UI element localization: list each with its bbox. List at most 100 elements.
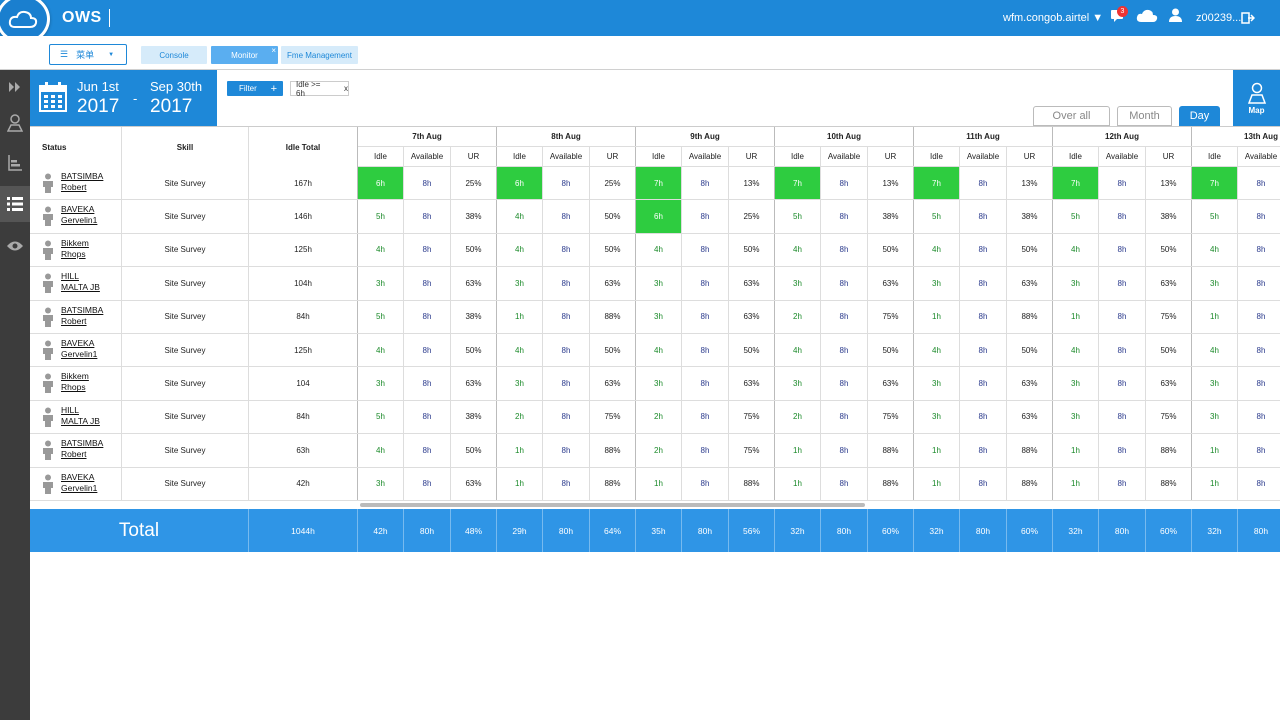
view-overall-button[interactable]: Over all [1033, 106, 1110, 126]
total-cell: 80h [1099, 509, 1146, 552]
horizontal-scrollbar[interactable] [360, 503, 865, 507]
idle-cell: 7h [1053, 167, 1099, 200]
tab-monitor[interactable]: Monitor × [211, 46, 278, 64]
user-icon[interactable] [1169, 8, 1182, 27]
map-button[interactable]: Map [1233, 70, 1280, 126]
tab-fme-management[interactable]: Fme Management [281, 46, 358, 64]
available-cell: 8h [960, 467, 1007, 500]
available-cell: 8h [682, 200, 729, 233]
available-cell: 8h [1238, 167, 1280, 199]
available-cell: 8h [821, 167, 868, 200]
available-cell: 8h [1099, 434, 1146, 467]
date-to-year: 2017 [150, 96, 193, 117]
filter-button[interactable]: Filter + [227, 81, 283, 96]
idle-cell: 4h [358, 434, 404, 467]
worker-last-name: MALTA JB [61, 282, 100, 293]
worker-name-link[interactable]: BAVEKA Gervelin1 [61, 472, 97, 494]
total-cell: 32h [775, 509, 821, 552]
total-cell: 80h [1238, 509, 1280, 552]
logout-icon[interactable] [1241, 11, 1256, 29]
available-cell: 8h [682, 167, 729, 200]
available-cell: 8h [1238, 334, 1280, 366]
ur-cell: 50% [590, 334, 636, 367]
total-cell: 56% [729, 509, 775, 552]
expand-icon[interactable] [0, 72, 30, 102]
close-icon[interactable]: × [271, 46, 276, 55]
notification-badge: 3 [1117, 6, 1128, 17]
list-icon[interactable] [0, 186, 30, 222]
available-cell: 8h [543, 200, 590, 233]
sub-header: Available [821, 147, 868, 166]
available-cell: 8h [1099, 267, 1146, 300]
worker-name-link[interactable]: BAVEKA Gervelin1 [61, 338, 97, 360]
worker-last-name: Gervelin1 [61, 215, 98, 226]
available-cell: 8h [960, 434, 1007, 467]
idle-cell: 3h [358, 367, 404, 400]
total-cell: 29h [497, 509, 543, 552]
tab-console[interactable]: Console [141, 46, 207, 64]
filter-chip[interactable]: Idle >= 6h x [290, 80, 349, 98]
idle-cell: 4h [775, 233, 821, 267]
person-icon [42, 273, 54, 295]
idle-cell: 6h [358, 167, 404, 200]
available-cell: 8h [543, 434, 590, 467]
worker-name-link[interactable]: HILL MALTA JB [61, 405, 100, 427]
ur-cell: 63% [1007, 400, 1053, 434]
sub-header: UR [590, 147, 636, 166]
idle-cell: 1h [914, 467, 960, 500]
idle-cell: 4h [636, 334, 682, 367]
ur-cell: 63% [1146, 367, 1192, 400]
worker-first-name: BAVEKA [61, 471, 95, 482]
close-icon[interactable]: x [344, 84, 348, 93]
view-day-button[interactable]: Day [1179, 106, 1220, 126]
worker-name-link[interactable]: Bikkem Rhops [61, 371, 89, 393]
cloud-sync-icon[interactable] [1136, 8, 1158, 29]
ur-cell: 63% [1007, 367, 1053, 400]
filter-label: Filter [239, 84, 257, 93]
worker-first-name: BATSIMBA [61, 438, 104, 449]
sub-header: UR [868, 147, 914, 166]
idle-cell: 7h [636, 167, 682, 200]
sub-header: Idle [775, 147, 821, 166]
bar-chart-icon[interactable] [0, 148, 30, 178]
table-row: BAVEKA Gervelin1 Site Survey 42h 3h 8h 63% 1h 8h… [30, 467, 1280, 501]
skill-cell: Site Survey [122, 233, 249, 267]
total-cell: 80h [682, 509, 729, 552]
available-cell: 8h [404, 300, 451, 333]
worker-last-name: Robert [61, 182, 87, 192]
idle-cell: 4h [914, 233, 960, 267]
total-cell: 48% [451, 509, 497, 552]
domain-selector[interactable]: wfm.congob.airtel ▼ [1003, 12, 1103, 24]
idle-cell: 5h [358, 200, 404, 233]
idle-cell: 3h [636, 367, 682, 400]
sub-header: Idle [636, 147, 682, 166]
top-bar: OWS wfm.congob.airtel ▼ 3 z00239... [0, 0, 1280, 44]
worker-name-link[interactable]: BATSIMBA Robert [61, 438, 103, 460]
eye-icon[interactable] [0, 231, 30, 261]
date-range[interactable]: Jun 1st 2017 - Sep 30th 2017 [30, 70, 217, 126]
idle-total-cell: 84h [249, 400, 358, 434]
ur-cell: 75% [868, 300, 914, 333]
worker-first-name: BATSIMBA [61, 304, 104, 315]
ur-cell: 88% [1007, 434, 1053, 467]
map-pin-icon[interactable] [0, 108, 30, 138]
idle-cell: 1h [1192, 300, 1238, 333]
worker-first-name: HILL [61, 404, 79, 415]
worker-name-link[interactable]: BATSIMBA Robert [61, 305, 103, 327]
view-month-button[interactable]: Month [1117, 106, 1172, 126]
idle-total-cell: 167h [249, 167, 358, 200]
idle-cell: 1h [1192, 467, 1238, 500]
day-header: 13th Aug [1192, 127, 1280, 146]
available-cell: 8h [543, 400, 590, 434]
worker-name-link[interactable]: BAVEKA Gervelin1 [61, 204, 97, 226]
worker-last-name: Rhops [61, 382, 86, 393]
worker-first-name: Bikkem [61, 237, 89, 248]
total-cell: 80h [821, 509, 868, 552]
worker-name-link[interactable]: Bikkem Rhops [61, 238, 89, 260]
menu-button[interactable]: ☰ 菜单 ▼ [49, 44, 127, 65]
worker-name-link[interactable]: BATSIMBA Robert [61, 171, 103, 193]
skill-cell: Site Survey [122, 434, 249, 467]
worker-name-link[interactable]: HILL MALTA JB [61, 271, 100, 293]
idle-table: 7th Aug 8th Aug 9th Aug 10th Aug 11th Aug 12t… [30, 126, 1280, 509]
available-cell: 8h [404, 200, 451, 233]
